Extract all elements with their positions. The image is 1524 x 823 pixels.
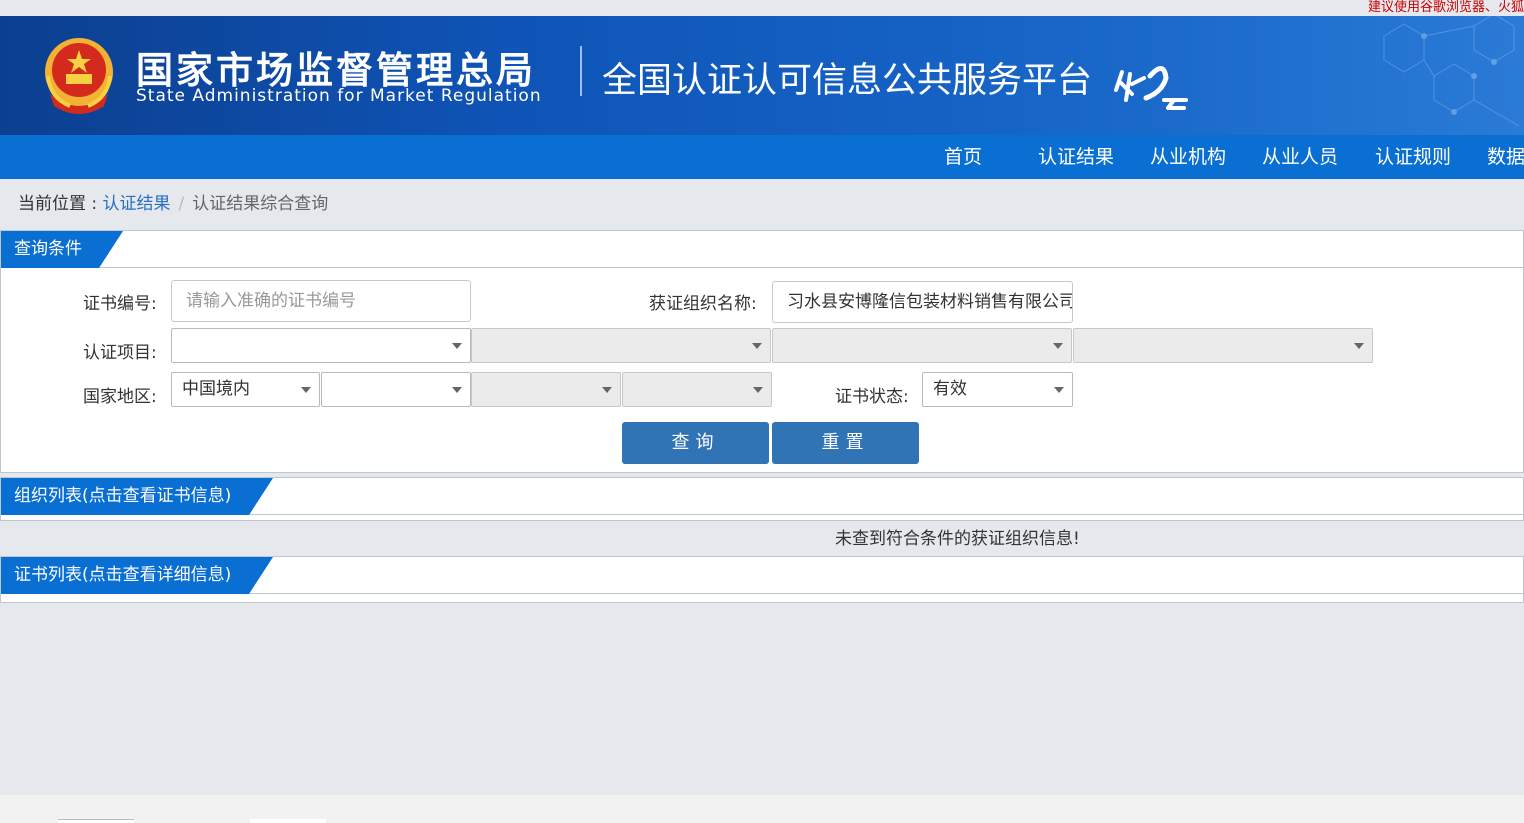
query-panel-header: 查询条件 [1, 231, 1523, 268]
cert-status-value: 有效 [933, 379, 967, 399]
chevron-down-icon [1354, 343, 1364, 349]
cert-list-header: 证书列表(点击查看详细信息) [1, 557, 1523, 594]
breadcrumb-separator: / [178, 194, 185, 214]
query-panel-title: 查询条件 [1, 231, 123, 268]
footer-strip [0, 795, 1524, 823]
nav-item-practitioners[interactable]: 从业人员 [1262, 135, 1338, 179]
main-nav: 首页 认证结果 从业机构 从业人员 认证规则 数据 [0, 135, 1524, 179]
org-list-panel: 组织列表(点击查看证书信息) [0, 477, 1524, 521]
org-list-empty-message: 未查到符合条件的获证组织信息! [835, 529, 1080, 549]
region-city-select[interactable] [471, 372, 621, 407]
region-label: 国家地区: [83, 387, 157, 407]
cert-list-panel: 证书列表(点击查看详细信息) [0, 556, 1524, 603]
cert-status-label: 证书状态: [835, 387, 909, 407]
org-name-input[interactable]: 习水县安博隆信包装材料销售有限公司 [772, 281, 1073, 323]
nav-item-home[interactable]: 首页 [944, 135, 982, 179]
site-header: 国家市场监督管理总局 State Administration for Mark… [0, 16, 1524, 135]
chevron-down-icon [452, 343, 462, 349]
breadcrumb: 当前位置 : 认证结果 / 认证结果综合查询 [18, 189, 328, 214]
cert-project-select-3[interactable] [772, 328, 1072, 363]
search-button[interactable]: 查询 [622, 422, 769, 464]
cert-no-label: 证书编号: [83, 294, 157, 314]
hexagon-pattern-decoration [1383, 16, 1520, 127]
chevron-down-icon [1053, 343, 1063, 349]
cert-no-input[interactable]: 请输入准确的证书编号 [171, 280, 471, 322]
org-list-header: 组织列表(点击查看证书信息) [1, 478, 1523, 515]
breadcrumb-link-cert-results[interactable]: 认证结果 [103, 194, 171, 214]
chevron-down-icon [602, 387, 612, 393]
chevron-down-icon [752, 343, 762, 349]
cert-project-label: 认证项目: [83, 343, 157, 363]
chevron-down-icon [301, 387, 311, 393]
renyun-logo-icon [1114, 66, 1188, 110]
cert-project-select-4[interactable] [1073, 328, 1373, 363]
nav-item-data[interactable]: 数据 [1487, 135, 1524, 179]
region-country-select[interactable]: 中国境内 [171, 372, 320, 407]
cert-status-select[interactable]: 有效 [922, 372, 1073, 407]
cert-list-title: 证书列表(点击查看详细信息) [1, 557, 273, 594]
cert-project-select-1[interactable] [171, 328, 471, 363]
header-divider [580, 46, 582, 96]
nav-item-institutions[interactable]: 从业机构 [1150, 135, 1226, 179]
breadcrumb-prefix: 当前位置 : [18, 194, 103, 214]
chevron-down-icon [1054, 387, 1064, 393]
footer-tab [58, 819, 134, 823]
national-emblem-icon [45, 38, 113, 114]
footer-tab [250, 819, 326, 823]
region-country-value: 中国境内 [182, 379, 250, 399]
org-name-en: State Administration for Market Regulati… [136, 86, 542, 106]
org-name-label: 获证组织名称: [649, 294, 757, 314]
chevron-down-icon [452, 387, 462, 393]
platform-title: 全国认证认可信息公共服务平台 [602, 61, 1093, 101]
org-list-title: 组织列表(点击查看证书信息) [1, 478, 273, 515]
region-district-select[interactable] [622, 372, 772, 407]
reset-button[interactable]: 重置 [772, 422, 919, 464]
chevron-down-icon [753, 387, 763, 393]
region-province-select[interactable] [321, 372, 471, 407]
cert-project-select-2[interactable] [471, 328, 771, 363]
breadcrumb-current: 认证结果综合查询 [192, 194, 329, 214]
top-notice-bar: 建议使用谷歌浏览器、火狐 [0, 0, 1524, 16]
nav-item-cert-rules[interactable]: 认证规则 [1375, 135, 1451, 179]
browser-notice: 建议使用谷歌浏览器、火狐 [1367, 0, 1524, 15]
nav-item-cert-results[interactable]: 认证结果 [1038, 135, 1114, 179]
